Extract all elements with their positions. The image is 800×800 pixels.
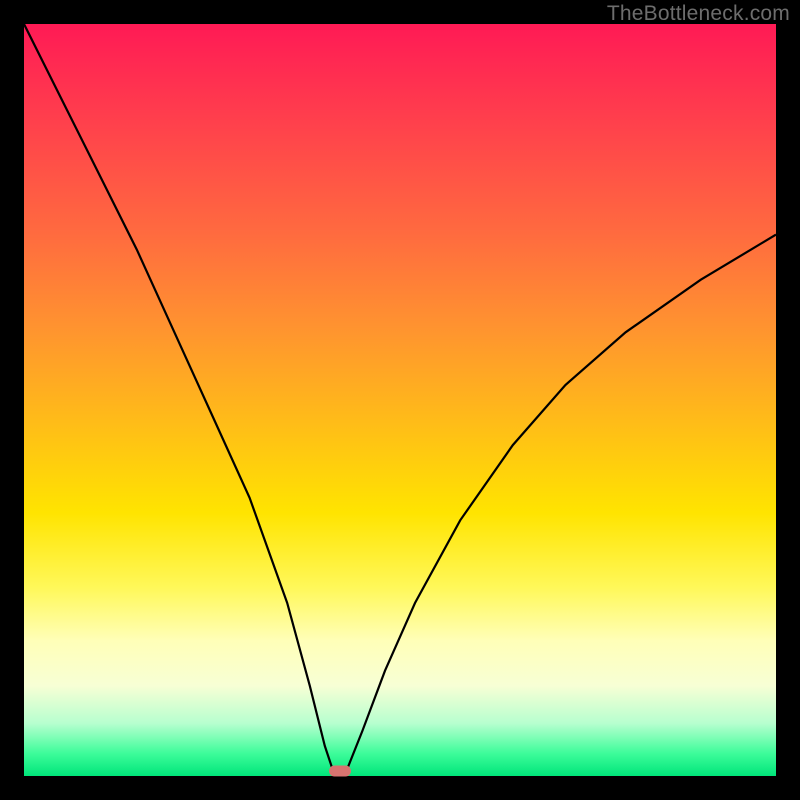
- curve-path: [24, 24, 776, 776]
- chart-frame: TheBottleneck.com: [0, 0, 800, 800]
- plot-area: [24, 24, 776, 776]
- watermark-label: TheBottleneck.com: [607, 2, 790, 26]
- bottleneck-curve: [24, 24, 776, 776]
- minimum-marker: [329, 766, 351, 777]
